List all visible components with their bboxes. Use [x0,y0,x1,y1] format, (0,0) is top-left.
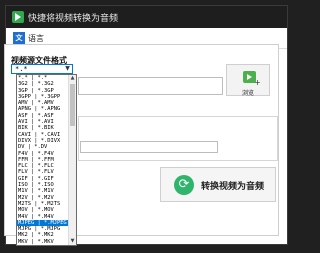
convert-button[interactable]: ⟳ 转换视频为音频 [160,167,276,202]
source-path-field[interactable] [78,77,223,95]
format-dropdown-list[interactable]: *.* | *.* 3G2 | *.3G2 3GP | *.3GP 3GPP | *.… [16,74,77,246]
scroll-down-icon[interactable]: ▼ [69,238,76,245]
convert-label: 转换视频为音频 [201,182,265,192]
window-title: 快捷将视频转换为音频 [28,14,119,24]
refresh-icon: ⟳ [174,175,194,195]
menu-language[interactable]: 语言 [28,33,44,44]
app-icon [12,11,24,23]
format-options: *.* | *.* 3G2 | *.3G2 3GP | *.3GP 3GPP | *.… [17,75,69,246]
dropdown-scrollbar[interactable]: ▲ ▼ [68,75,76,245]
add-icon: + [254,78,261,87]
output-group [78,116,278,161]
format-select[interactable]: *.* ▼ [11,64,73,74]
language-icon[interactable]: 文 [13,32,25,44]
browse-button[interactable]: + 浏览 [226,64,270,97]
title-bar: 快捷将视频转换为音频 [6,6,287,28]
browse-label: 浏览 [241,90,254,97]
output-path-field[interactable] [80,141,218,153]
chevron-down-icon[interactable]: ▼ [64,65,71,73]
format-select-value: *.* [15,65,28,73]
scroll-up-icon[interactable]: ▲ [69,75,76,82]
format-option[interactable]: MP4 | *.MP4 [17,245,69,246]
scrollbar-thumb[interactable] [70,84,75,126]
